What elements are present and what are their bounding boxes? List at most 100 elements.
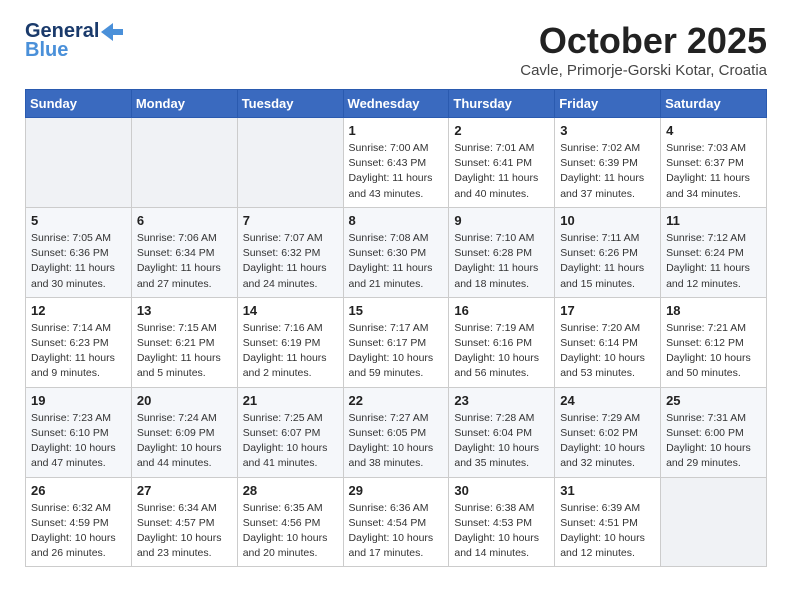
day-number: 9 (454, 213, 549, 228)
day-number: 28 (243, 483, 338, 498)
calendar-cell: 26Sunrise: 6:32 AM Sunset: 4:59 PM Dayli… (26, 477, 132, 567)
day-number: 13 (137, 303, 232, 318)
weekday-header-saturday: Saturday (661, 90, 767, 118)
day-info: Sunrise: 7:27 AM Sunset: 6:05 PM Dayligh… (349, 411, 444, 472)
logo-blue: Blue (25, 39, 68, 62)
calendar-cell: 29 Sunrise: 6:36 AM Sunset: 4:54 PM Dayli… (343, 477, 449, 567)
day-number: 19 (31, 393, 126, 408)
calendar-week-3: 12 Sunrise: 7:14 AM Sunset: 6:23 PM Dayli… (26, 297, 767, 387)
day-info: Sunrise: 7:00 AM Sunset: 6:43 PM Dayligh… (349, 141, 444, 202)
day-number: 23 (454, 393, 549, 408)
calendar-cell: 22Sunrise: 7:27 AM Sunset: 6:05 PM Dayli… (343, 387, 449, 477)
day-info: Sunrise: 7:17 AM Sunset: 6:17 PM Dayligh… (349, 321, 444, 382)
calendar-cell: 21Sunrise: 7:25 AM Sunset: 6:07 PM Dayli… (237, 387, 343, 477)
calendar-cell: 3 Sunrise: 7:02 AM Sunset: 6:39 PM Daylig… (555, 118, 661, 208)
calendar-cell: 1 Sunrise: 7:00 AM Sunset: 6:43 PM Daylig… (343, 118, 449, 208)
day-number: 17 (560, 303, 655, 318)
day-info: Sunrise: 7:02 AM Sunset: 6:39 PM Dayligh… (560, 141, 655, 202)
day-info: Sunrise: 7:14 AM Sunset: 6:23 PM Dayligh… (31, 321, 126, 382)
day-number: 27 (137, 483, 232, 498)
day-info: Sunrise: 7:21 AM Sunset: 6:12 PM Dayligh… (666, 321, 761, 382)
day-number: 12 (31, 303, 126, 318)
day-info: Sunrise: 7:24 AM Sunset: 6:09 PM Dayligh… (137, 411, 232, 472)
logo: General Blue (25, 20, 123, 62)
calendar-cell: 19 Sunrise: 7:23 AM Sunset: 6:10 PM Dayli… (26, 387, 132, 477)
day-info: Sunrise: 6:34 AM Sunset: 4:57 PM Dayligh… (137, 501, 232, 562)
calendar-cell: 20 Sunrise: 7:24 AM Sunset: 6:09 PM Dayli… (131, 387, 237, 477)
day-number: 20 (137, 393, 232, 408)
day-info: Sunrise: 7:19 AM Sunset: 6:16 PM Dayligh… (454, 321, 549, 382)
calendar-cell: 9 Sunrise: 7:10 AM Sunset: 6:28 PM Daylig… (449, 207, 555, 297)
day-number: 15 (349, 303, 444, 318)
location-subtitle: Cavle, Primorje-Gorski Kotar, Croatia (520, 62, 767, 79)
weekday-header-monday: Monday (131, 90, 237, 118)
calendar-cell: 18 Sunrise: 7:21 AM Sunset: 6:12 PM Dayli… (661, 297, 767, 387)
day-info: Sunrise: 7:20 AM Sunset: 6:14 PM Dayligh… (560, 321, 655, 382)
calendar-cell: 2Sunrise: 7:01 AM Sunset: 6:41 PM Daylig… (449, 118, 555, 208)
day-number: 29 (349, 483, 444, 498)
day-number: 8 (349, 213, 444, 228)
day-info: Sunrise: 6:38 AM Sunset: 4:53 PM Dayligh… (454, 501, 549, 562)
day-number: 26 (31, 483, 126, 498)
day-number: 2 (454, 123, 549, 138)
day-info: Sunrise: 7:11 AM Sunset: 6:26 PM Dayligh… (560, 231, 655, 292)
weekday-header-thursday: Thursday (449, 90, 555, 118)
calendar-cell: 28 Sunrise: 6:35 AM Sunset: 4:56 PM Dayli… (237, 477, 343, 567)
day-number: 11 (666, 213, 761, 228)
day-number: 3 (560, 123, 655, 138)
calendar-cell: 7 Sunrise: 7:07 AM Sunset: 6:32 PM Daylig… (237, 207, 343, 297)
calendar-cell: 5Sunrise: 7:05 AM Sunset: 6:36 PM Daylig… (26, 207, 132, 297)
weekday-header-friday: Friday (555, 90, 661, 118)
month-title: October 2025 (520, 20, 767, 62)
calendar-cell: 13 Sunrise: 7:15 AM Sunset: 6:21 PM Dayli… (131, 297, 237, 387)
calendar-cell: 11Sunrise: 7:12 AM Sunset: 6:24 PM Dayli… (661, 207, 767, 297)
calendar-cell: 15 Sunrise: 7:17 AM Sunset: 6:17 PM Dayli… (343, 297, 449, 387)
calendar-cell: 25 Sunrise: 7:31 AM Sunset: 6:00 PM Dayli… (661, 387, 767, 477)
calendar-cell: 17 Sunrise: 7:20 AM Sunset: 6:14 PM Dayli… (555, 297, 661, 387)
day-info: Sunrise: 7:28 AM Sunset: 6:04 PM Dayligh… (454, 411, 549, 472)
day-info: Sunrise: 6:39 AM Sunset: 4:51 PM Dayligh… (560, 501, 655, 562)
day-info: Sunrise: 7:25 AM Sunset: 6:07 PM Dayligh… (243, 411, 338, 472)
calendar-cell: 10 Sunrise: 7:11 AM Sunset: 6:26 PM Dayli… (555, 207, 661, 297)
calendar-cell: 4 Sunrise: 7:03 AM Sunset: 6:37 PM Daylig… (661, 118, 767, 208)
calendar-week-2: 5Sunrise: 7:05 AM Sunset: 6:36 PM Daylig… (26, 207, 767, 297)
day-number: 4 (666, 123, 761, 138)
calendar-table: SundayMondayTuesdayWednesdayThursdayFrid… (25, 89, 767, 567)
day-number: 25 (666, 393, 761, 408)
calendar-cell: 6 Sunrise: 7:06 AM Sunset: 6:34 PM Daylig… (131, 207, 237, 297)
calendar-cell: 8 Sunrise: 7:08 AM Sunset: 6:30 PM Daylig… (343, 207, 449, 297)
day-number: 1 (349, 123, 444, 138)
calendar-cell: 27 Sunrise: 6:34 AM Sunset: 4:57 PM Dayli… (131, 477, 237, 567)
day-info: Sunrise: 7:29 AM Sunset: 6:02 PM Dayligh… (560, 411, 655, 472)
calendar-cell (131, 118, 237, 208)
calendar-cell: 16 Sunrise: 7:19 AM Sunset: 6:16 PM Dayli… (449, 297, 555, 387)
day-info: Sunrise: 6:35 AM Sunset: 4:56 PM Dayligh… (243, 501, 338, 562)
day-number: 24 (560, 393, 655, 408)
calendar-cell: 30Sunrise: 6:38 AM Sunset: 4:53 PM Dayli… (449, 477, 555, 567)
day-info: Sunrise: 7:06 AM Sunset: 6:34 PM Dayligh… (137, 231, 232, 292)
day-info: Sunrise: 7:23 AM Sunset: 6:10 PM Dayligh… (31, 411, 126, 472)
calendar-week-5: 26Sunrise: 6:32 AM Sunset: 4:59 PM Dayli… (26, 477, 767, 567)
page-header: General Blue October 2025 Cavle, Primorj… (25, 20, 767, 79)
day-info: Sunrise: 7:16 AM Sunset: 6:19 PM Dayligh… (243, 321, 338, 382)
calendar-week-4: 19 Sunrise: 7:23 AM Sunset: 6:10 PM Dayli… (26, 387, 767, 477)
day-number: 6 (137, 213, 232, 228)
day-info: Sunrise: 6:36 AM Sunset: 4:54 PM Dayligh… (349, 501, 444, 562)
day-number: 10 (560, 213, 655, 228)
day-info: Sunrise: 7:08 AM Sunset: 6:30 PM Dayligh… (349, 231, 444, 292)
calendar-week-1: 1 Sunrise: 7:00 AM Sunset: 6:43 PM Daylig… (26, 118, 767, 208)
day-info: Sunrise: 7:31 AM Sunset: 6:00 PM Dayligh… (666, 411, 761, 472)
weekday-header-tuesday: Tuesday (237, 90, 343, 118)
day-number: 18 (666, 303, 761, 318)
calendar-cell (661, 477, 767, 567)
day-info: Sunrise: 7:15 AM Sunset: 6:21 PM Dayligh… (137, 321, 232, 382)
day-info: Sunrise: 7:10 AM Sunset: 6:28 PM Dayligh… (454, 231, 549, 292)
day-info: Sunrise: 7:07 AM Sunset: 6:32 PM Dayligh… (243, 231, 338, 292)
day-number: 5 (31, 213, 126, 228)
weekday-header-sunday: Sunday (26, 90, 132, 118)
calendar-cell (237, 118, 343, 208)
day-info: Sunrise: 7:03 AM Sunset: 6:37 PM Dayligh… (666, 141, 761, 202)
day-number: 7 (243, 213, 338, 228)
day-number: 31 (560, 483, 655, 498)
day-number: 16 (454, 303, 549, 318)
